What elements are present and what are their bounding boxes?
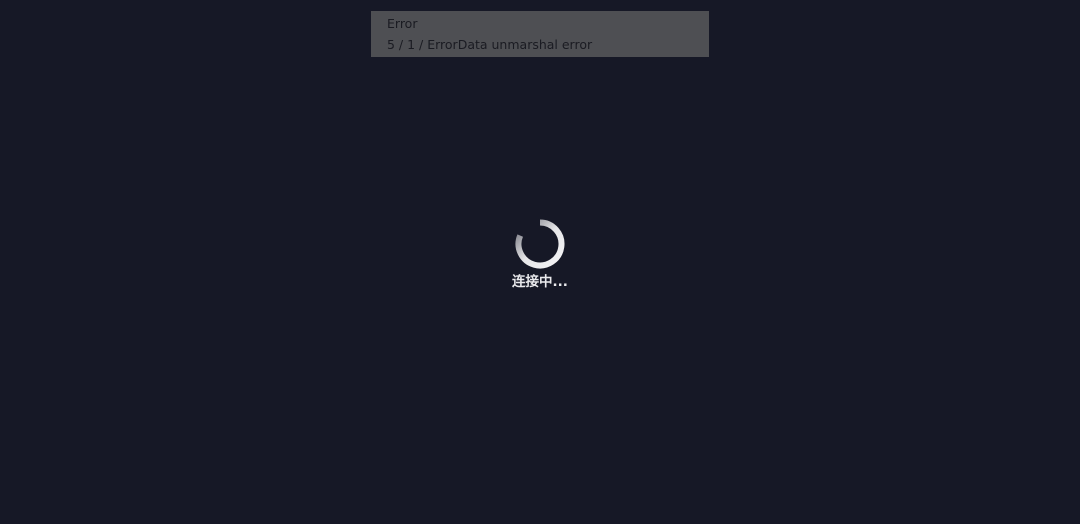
loading-indicator: 连接中... [500, 218, 580, 290]
error-message: 5 / 1 / ErrorData unmarshal error [387, 37, 593, 52]
spinner-icon [515, 219, 565, 269]
loading-label: 连接中... [512, 274, 568, 290]
error-title: Error [387, 16, 418, 31]
error-banner: Error 5 / 1 / ErrorData unmarshal error [371, 11, 709, 57]
